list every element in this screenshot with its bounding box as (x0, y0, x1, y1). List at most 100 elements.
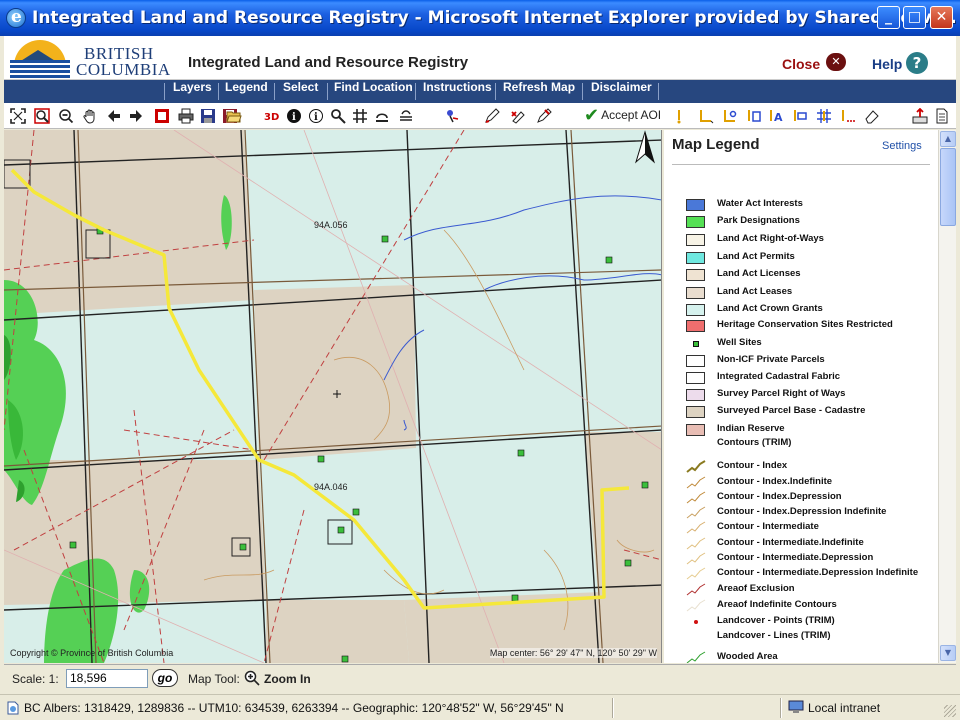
info-icon[interactable]: i (286, 108, 302, 124)
select-tool-icon[interactable] (792, 108, 808, 124)
forward-arrow-icon[interactable] (128, 108, 144, 124)
legend-swatch (686, 372, 705, 384)
maximize-button[interactable]: □ (903, 6, 926, 29)
accept-aoi-button[interactable]: ✔ Accept AOI (584, 105, 661, 127)
nav-refresh-map[interactable]: Refresh Map (503, 80, 575, 103)
draw-pencil-icon[interactable] (484, 108, 500, 124)
legend-swatch (686, 199, 705, 211)
eraser-icon[interactable] (864, 108, 880, 124)
label-tool-icon[interactable]: A (768, 108, 784, 124)
map-view[interactable]: 94A.056 94A.046 Copyright © Province of … (4, 130, 662, 663)
legend-item: Contour - Intermediate.Depression (686, 552, 936, 566)
erase-red-icon[interactable] (510, 108, 526, 124)
nav-layers[interactable]: Layers (173, 80, 212, 103)
scale-bar-row: Scale: 1: 18,596 go Map Tool: Zoom In (4, 664, 956, 694)
legend-line-swatch (686, 552, 706, 565)
zoom-extent-icon[interactable] (10, 108, 26, 124)
legend-item: Contour - Intermediate (686, 521, 936, 535)
document-icon[interactable] (934, 108, 950, 124)
status-divider (612, 698, 614, 718)
scale-input[interactable]: 18,596 (66, 669, 148, 688)
legend-item: Land Act Right-of-Ways (686, 233, 936, 247)
legend-item-label: Heritage Conservation Sites Restricted (717, 319, 893, 330)
scroll-thumb[interactable] (940, 148, 956, 226)
british-columbia-logo: BRITISH COLUMBIA (6, 38, 170, 80)
dots-tool-icon[interactable] (840, 108, 856, 124)
resize-grip[interactable] (944, 705, 956, 717)
open-folder-icon[interactable] (226, 108, 242, 124)
nav-divider (274, 83, 275, 100)
legend-item: Survey Parcel Right of Ways (686, 388, 936, 402)
zoom-in-icon (244, 670, 260, 686)
legend-item-label: Contour - Index (717, 460, 788, 471)
legend-swatch (686, 216, 705, 228)
layers-3d-icon[interactable]: 3D (264, 108, 280, 124)
legend-item-label: Wooded Area (717, 651, 778, 662)
go-button[interactable]: go (152, 669, 178, 687)
close-icon[interactable]: ✕ (826, 53, 846, 71)
point-tool-icon[interactable] (674, 108, 690, 124)
legend-line-swatch (686, 460, 706, 473)
legend-swatch (686, 234, 705, 246)
polygon-tool-icon[interactable] (722, 108, 738, 124)
legend-swatch (686, 304, 705, 316)
legend-item: Areaof Indefinite Contours (686, 599, 936, 613)
legend-item-label: Surveyed Parcel Base - Cadastre (717, 405, 866, 416)
info-outline-icon[interactable]: i (308, 108, 324, 124)
edit-icon[interactable] (536, 108, 552, 124)
legend-item-label: Land Act Licenses (717, 268, 801, 279)
nav-select[interactable]: Select (283, 80, 318, 103)
legend-item: Non-ICF Private Parcels (686, 354, 936, 368)
nav-legend[interactable]: Legend (225, 80, 268, 103)
legend-item: Wooded Area (686, 651, 936, 663)
zoom-in-box-icon[interactable] (34, 108, 50, 124)
legend-item: Contour - Intermediate.Depression Indefi… (686, 567, 936, 581)
help-link[interactable]: Help (872, 56, 902, 72)
locate-pin-icon[interactable] (444, 108, 460, 124)
find-icon[interactable] (330, 108, 346, 124)
print-icon[interactable] (178, 108, 194, 124)
legend-item-label: Non-ICF Private Parcels (717, 354, 825, 365)
back-arrow-icon[interactable] (106, 108, 122, 124)
close-link[interactable]: Close (782, 56, 820, 72)
export-icon[interactable] (912, 108, 928, 124)
check-icon: ✔ (584, 105, 600, 126)
zoom-out-icon[interactable] (58, 108, 74, 124)
legend-item: Contours (TRIM) (686, 437, 936, 451)
legend-settings-link[interactable]: Settings (882, 140, 922, 152)
pan-hand-icon[interactable] (82, 108, 98, 124)
save-icon[interactable] (200, 108, 216, 124)
page-title: Integrated Land and Resource Registry (188, 54, 469, 71)
minimize-button[interactable]: _ (877, 6, 900, 29)
nav-divider (495, 83, 496, 100)
nav-divider (327, 83, 328, 100)
buffer-tool-icon[interactable] (746, 108, 762, 124)
legend-item: Areaof Exclusion (686, 583, 936, 597)
overview-icon[interactable] (154, 108, 170, 124)
measure-icon[interactable] (374, 108, 390, 124)
help-icon[interactable]: ? (906, 52, 928, 74)
nav-divider (218, 83, 219, 100)
scroll-up-button[interactable]: ▲ (940, 131, 956, 147)
legend-item: Heritage Conservation Sites Restricted (686, 319, 936, 333)
page-icon (6, 701, 20, 715)
grid-select-icon[interactable] (816, 108, 832, 124)
map-tool-value: Zoom In (264, 672, 311, 686)
page-header: BRITISH COLUMBIA Integrated Land and Res… (4, 36, 956, 80)
legend-scrollbar[interactable]: ▲ ▼ (938, 130, 956, 663)
map-canvas[interactable] (4, 130, 662, 663)
nav-disclaimer[interactable]: Disclaimer (591, 80, 652, 103)
grid-icon[interactable] (352, 108, 368, 124)
nav-instructions[interactable]: Instructions (423, 80, 492, 103)
legend-swatch (686, 287, 705, 299)
legend-item: Landcover - Lines (TRIM) (686, 630, 936, 644)
scroll-down-button[interactable]: ▼ (940, 645, 956, 661)
legend-line-swatch (686, 491, 706, 504)
nav-find-location[interactable]: Find Location (334, 80, 413, 103)
legend-item-label: Well Sites (717, 337, 762, 348)
line-tool-icon[interactable] (698, 108, 714, 124)
main-nav: Layers Legend Select Find Location Instr… (4, 80, 956, 103)
window-close-button[interactable]: ✕ (930, 6, 953, 29)
measure-line-icon[interactable] (398, 108, 414, 124)
legend-item-label: Indian Reserve (717, 423, 785, 434)
